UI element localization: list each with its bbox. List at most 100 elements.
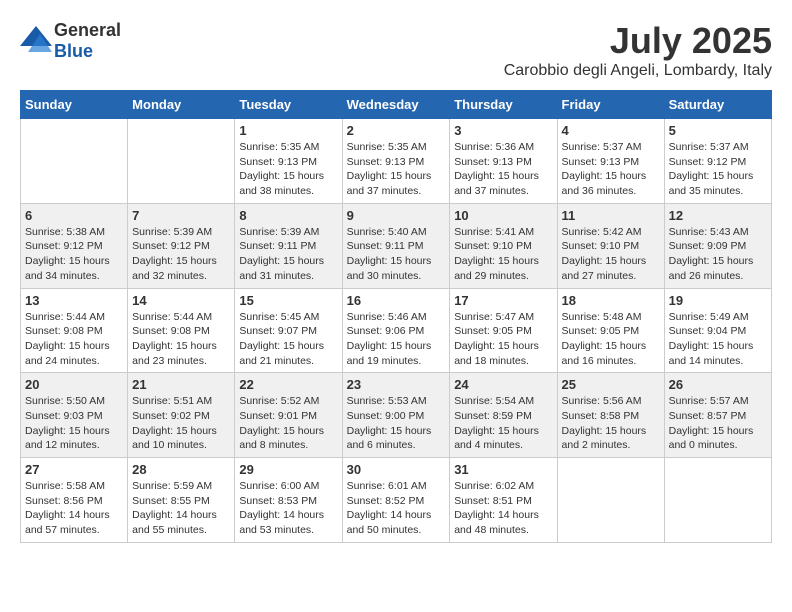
day-number: 4	[562, 123, 660, 138]
day-info: Sunrise: 5:43 AM Sunset: 9:09 PM Dayligh…	[669, 225, 767, 284]
day-info: Sunrise: 5:48 AM Sunset: 9:05 PM Dayligh…	[562, 310, 660, 369]
calendar-cell: 16 Sunrise: 5:46 AM Sunset: 9:06 PM Dayli…	[342, 288, 450, 373]
calendar-cell	[128, 119, 235, 204]
day-info: Sunrise: 5:58 AM Sunset: 8:56 PM Dayligh…	[25, 479, 123, 538]
logo-icon	[20, 26, 52, 57]
col-header-thursday: Thursday	[450, 91, 557, 119]
calendar-cell: 27 Sunrise: 5:58 AM Sunset: 8:56 PM Dayli…	[21, 458, 128, 543]
calendar-cell: 18 Sunrise: 5:48 AM Sunset: 9:05 PM Dayli…	[557, 288, 664, 373]
calendar-cell	[21, 119, 128, 204]
calendar-week-1: 1 Sunrise: 5:35 AM Sunset: 9:13 PM Daylig…	[21, 119, 772, 204]
day-info: Sunrise: 5:52 AM Sunset: 9:01 PM Dayligh…	[239, 394, 337, 453]
day-info: Sunrise: 5:45 AM Sunset: 9:07 PM Dayligh…	[239, 310, 337, 369]
calendar-cell: 31 Sunrise: 6:02 AM Sunset: 8:51 PM Dayli…	[450, 458, 557, 543]
day-number: 24	[454, 377, 552, 392]
day-info: Sunrise: 5:35 AM Sunset: 9:13 PM Dayligh…	[347, 140, 446, 199]
location: Carobbio degli Angeli, Lombardy, Italy	[504, 62, 772, 80]
day-number: 3	[454, 123, 552, 138]
day-number: 18	[562, 293, 660, 308]
day-number: 14	[132, 293, 230, 308]
calendar-cell: 28Sunrise: 5:59 AM Sunset: 8:55 PM Dayli…	[128, 458, 235, 543]
day-info: Sunrise: 5:38 AM Sunset: 9:12 PM Dayligh…	[25, 225, 123, 284]
calendar-cell: 5 Sunrise: 5:37 AM Sunset: 9:12 PM Daylig…	[664, 119, 771, 204]
day-info: Sunrise: 5:54 AM Sunset: 8:59 PM Dayligh…	[454, 394, 552, 453]
calendar-cell: 11Sunrise: 5:42 AM Sunset: 9:10 PM Dayli…	[557, 203, 664, 288]
calendar-cell: 14 Sunrise: 5:44 AM Sunset: 9:08 PM Dayli…	[128, 288, 235, 373]
calendar-cell: 6 Sunrise: 5:38 AM Sunset: 9:12 PM Daylig…	[21, 203, 128, 288]
day-info: Sunrise: 5:44 AM Sunset: 9:08 PM Dayligh…	[132, 310, 230, 369]
calendar-cell: 17 Sunrise: 5:47 AM Sunset: 9:05 PM Dayli…	[450, 288, 557, 373]
day-number: 12	[669, 208, 767, 223]
day-info: Sunrise: 5:53 AM Sunset: 9:00 PM Dayligh…	[347, 394, 446, 453]
day-info: Sunrise: 5:37 AM Sunset: 9:12 PM Dayligh…	[669, 140, 767, 199]
calendar-table: SundayMondayTuesdayWednesdayThursdayFrid…	[20, 90, 772, 543]
calendar-cell	[664, 458, 771, 543]
day-number: 26	[669, 377, 767, 392]
calendar-cell: 24 Sunrise: 5:54 AM Sunset: 8:59 PM Dayli…	[450, 373, 557, 458]
calendar-cell	[557, 458, 664, 543]
day-number: 19	[669, 293, 767, 308]
calendar-cell: 21Sunrise: 5:51 AM Sunset: 9:02 PM Dayli…	[128, 373, 235, 458]
calendar-cell: 3 Sunrise: 5:36 AM Sunset: 9:13 PM Daylig…	[450, 119, 557, 204]
calendar-week-3: 13 Sunrise: 5:44 AM Sunset: 9:08 PM Dayli…	[21, 288, 772, 373]
day-info: Sunrise: 5:46 AM Sunset: 9:06 PM Dayligh…	[347, 310, 446, 369]
day-info: Sunrise: 5:57 AM Sunset: 8:57 PM Dayligh…	[669, 394, 767, 453]
calendar-cell: 13 Sunrise: 5:44 AM Sunset: 9:08 PM Dayli…	[21, 288, 128, 373]
title-block: July 2025 Carobbio degli Angeli, Lombard…	[504, 20, 772, 80]
day-number: 16	[347, 293, 446, 308]
logo-blue-text: Blue	[54, 41, 93, 61]
day-number: 6	[25, 208, 123, 223]
day-number: 13	[25, 293, 123, 308]
day-number: 1	[239, 123, 337, 138]
logo-general-text: General	[54, 20, 121, 40]
day-number: 30	[347, 462, 446, 477]
day-number: 2	[347, 123, 446, 138]
calendar-week-4: 20 Sunrise: 5:50 AM Sunset: 9:03 PM Dayli…	[21, 373, 772, 458]
day-number: 25	[562, 377, 660, 392]
calendar-cell: 2 Sunrise: 5:35 AM Sunset: 9:13 PM Daylig…	[342, 119, 450, 204]
col-header-monday: Monday	[128, 91, 235, 119]
day-info: Sunrise: 5:44 AM Sunset: 9:08 PM Dayligh…	[25, 310, 123, 369]
day-number: 7	[132, 208, 230, 223]
col-header-friday: Friday	[557, 91, 664, 119]
calendar-cell: 30 Sunrise: 6:01 AM Sunset: 8:52 PM Dayli…	[342, 458, 450, 543]
day-info: Sunrise: 5:35 AM Sunset: 9:13 PM Dayligh…	[239, 140, 337, 199]
day-number: 20	[25, 377, 123, 392]
day-number: 29	[239, 462, 337, 477]
day-info: Sunrise: 5:39 AM Sunset: 9:12 PM Dayligh…	[132, 225, 230, 284]
day-info: Sunrise: 6:02 AM Sunset: 8:51 PM Dayligh…	[454, 479, 552, 538]
day-number: 8	[239, 208, 337, 223]
calendar-cell: 22 Sunrise: 5:52 AM Sunset: 9:01 PM Dayli…	[235, 373, 342, 458]
calendar-header-row: SundayMondayTuesdayWednesdayThursdayFrid…	[21, 91, 772, 119]
day-number: 22	[239, 377, 337, 392]
day-info: Sunrise: 6:01 AM Sunset: 8:52 PM Dayligh…	[347, 479, 446, 538]
day-number: 27	[25, 462, 123, 477]
calendar-cell: 10Sunrise: 5:41 AM Sunset: 9:10 PM Dayli…	[450, 203, 557, 288]
day-number: 17	[454, 293, 552, 308]
day-info: Sunrise: 5:50 AM Sunset: 9:03 PM Dayligh…	[25, 394, 123, 453]
day-number: 5	[669, 123, 767, 138]
day-info: Sunrise: 5:47 AM Sunset: 9:05 PM Dayligh…	[454, 310, 552, 369]
calendar-cell: 12 Sunrise: 5:43 AM Sunset: 9:09 PM Dayli…	[664, 203, 771, 288]
calendar-cell: 15 Sunrise: 5:45 AM Sunset: 9:07 PM Dayli…	[235, 288, 342, 373]
day-number: 21	[132, 377, 230, 392]
col-header-wednesday: Wednesday	[342, 91, 450, 119]
calendar-week-5: 27 Sunrise: 5:58 AM Sunset: 8:56 PM Dayli…	[21, 458, 772, 543]
day-info: Sunrise: 5:39 AM Sunset: 9:11 PM Dayligh…	[239, 225, 337, 284]
col-header-saturday: Saturday	[664, 91, 771, 119]
day-info: Sunrise: 6:00 AM Sunset: 8:53 PM Dayligh…	[239, 479, 337, 538]
calendar-cell: 25Sunrise: 5:56 AM Sunset: 8:58 PM Dayli…	[557, 373, 664, 458]
day-info: Sunrise: 5:40 AM Sunset: 9:11 PM Dayligh…	[347, 225, 446, 284]
calendar-cell: 4Sunrise: 5:37 AM Sunset: 9:13 PM Daylig…	[557, 119, 664, 204]
calendar-week-2: 6 Sunrise: 5:38 AM Sunset: 9:12 PM Daylig…	[21, 203, 772, 288]
day-number: 15	[239, 293, 337, 308]
calendar-cell: 8 Sunrise: 5:39 AM Sunset: 9:11 PM Daylig…	[235, 203, 342, 288]
col-header-tuesday: Tuesday	[235, 91, 342, 119]
day-number: 28	[132, 462, 230, 477]
col-header-sunday: Sunday	[21, 91, 128, 119]
day-info: Sunrise: 5:36 AM Sunset: 9:13 PM Dayligh…	[454, 140, 552, 199]
day-info: Sunrise: 5:41 AM Sunset: 9:10 PM Dayligh…	[454, 225, 552, 284]
calendar-cell: 29 Sunrise: 6:00 AM Sunset: 8:53 PM Dayli…	[235, 458, 342, 543]
calendar-cell: 7 Sunrise: 5:39 AM Sunset: 9:12 PM Daylig…	[128, 203, 235, 288]
day-number: 31	[454, 462, 552, 477]
